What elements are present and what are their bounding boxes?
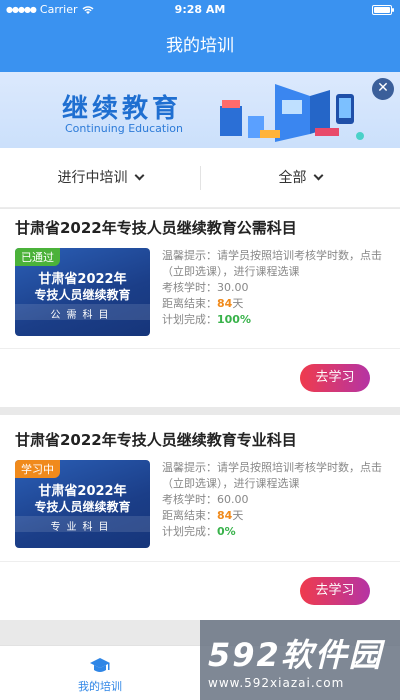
- hours-row: 考核学时：30.00: [162, 281, 249, 294]
- course-tip: 温馨提示：请学员按照培训考核学时数，点击（立即选课），进行课程选课: [162, 461, 382, 490]
- tab-label: 我的培训: [78, 680, 122, 693]
- tab-my-training[interactable]: 我的培训: [60, 656, 140, 694]
- course-card[interactable]: 甘肃省2022年专技人员继续教育公需科目 甘肃省2022年 专技人员继续教育 公…: [0, 209, 400, 407]
- status-time: 9:28 AM: [174, 3, 226, 16]
- cover-line1: 甘肃省2022年: [38, 272, 127, 287]
- course-cover[interactable]: 甘肃省2022年 专技人员继续教育 公需科目 已通过: [15, 248, 150, 336]
- category-filter-label: 全部: [278, 170, 307, 186]
- course-info: 温馨提示：请学员按照培训考核学时数，点击（立即选课），进行课程选课 考核学时：6…: [162, 460, 392, 540]
- deadline-days: 84: [217, 509, 233, 522]
- status-badge: 已通过: [15, 248, 60, 266]
- progress-row: 计划完成：100%: [162, 313, 251, 326]
- status-badge: 学习中: [15, 460, 60, 478]
- watermark: 592软件园 www.592xiazai.com: [200, 620, 400, 700]
- cover-line3: 专业科目: [50, 522, 115, 533]
- study-button[interactable]: 去学习: [300, 577, 370, 605]
- deadline-row: 距离结束：84天: [162, 509, 244, 522]
- chevron-down-icon: [313, 170, 323, 181]
- banner-title: 继续教育: [62, 94, 183, 123]
- hours-row: 考核学时：60.00: [162, 493, 249, 506]
- cover-line3: 公需科目: [50, 310, 115, 321]
- watermark-url: www.592xiazai.com: [208, 676, 345, 690]
- close-icon[interactable]: ✕: [372, 78, 394, 100]
- cover-line2: 专技人员继续教育: [34, 288, 131, 302]
- divider: [0, 348, 400, 349]
- study-button[interactable]: 去学习: [300, 364, 370, 392]
- status-filter-label: 进行中培训: [57, 170, 128, 186]
- course-info: 温馨提示：请学员按照培训考核学时数，点击（立即选课），进行课程选课 考核学时：3…: [162, 248, 392, 328]
- category-filter-dropdown[interactable]: 全部: [200, 148, 400, 208]
- hours-value: 60.00: [217, 493, 249, 506]
- banner-illustration-icon: [220, 84, 364, 142]
- deadline-row: 距离结束：84天: [162, 297, 244, 310]
- filter-bar: 进行中培训 全部: [0, 148, 400, 208]
- divider: [0, 561, 400, 562]
- banner-subtitle: Continuing Education: [65, 122, 183, 135]
- watermark-brand: 592软件园: [208, 636, 383, 674]
- course-card[interactable]: 甘肃省2022年专技人员继续教育专业科目 甘肃省2022年 专技人员继续教育 专…: [0, 415, 400, 620]
- course-title: 甘肃省2022年专技人员继续教育专业科目: [15, 431, 297, 449]
- course-cover[interactable]: 甘肃省2022年 专技人员继续教育 专业科目 学习中: [15, 460, 150, 548]
- graduation-cap-icon: [90, 658, 110, 672]
- cover-line1: 甘肃省2022年: [38, 484, 127, 499]
- battery-icon: [372, 5, 394, 15]
- chevron-down-icon: [134, 170, 144, 181]
- deadline-days: 84: [217, 297, 233, 310]
- progress-row: 计划完成：0%: [162, 525, 236, 538]
- status-filter-dropdown[interactable]: 进行中培训: [0, 148, 200, 208]
- status-bar: ●●●●● Carrier 9:28 AM: [0, 0, 400, 20]
- cover-line2: 专技人员继续教育: [34, 500, 131, 514]
- course-tip: 温馨提示：请学员按照培训考核学时数，点击（立即选课），进行课程选课: [162, 249, 382, 278]
- progress-value: 100%: [217, 313, 251, 326]
- promo-banner[interactable]: 继续教育 Continuing Education ✕: [0, 72, 400, 148]
- progress-value: 0%: [217, 525, 236, 538]
- hours-value: 30.00: [217, 281, 249, 294]
- course-title: 甘肃省2022年专技人员继续教育公需科目: [15, 219, 297, 237]
- page-title: 我的培训: [0, 20, 400, 72]
